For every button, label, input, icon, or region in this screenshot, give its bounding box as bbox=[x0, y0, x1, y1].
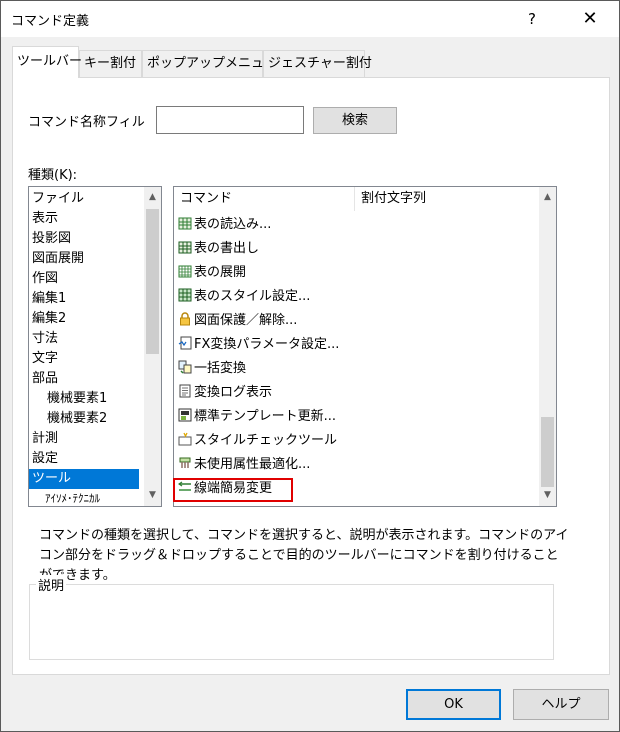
list-item[interactable]: 編集2 bbox=[29, 309, 139, 329]
explanation-label: 説明 bbox=[36, 575, 67, 594]
command-row[interactable]: 表の読込み... bbox=[178, 214, 271, 236]
command-row[interactable]: 表のスタイル設定... bbox=[178, 286, 310, 308]
command-row[interactable]: 一括変換 bbox=[178, 358, 246, 380]
command-label: スタイルチェックツール bbox=[194, 433, 338, 448]
title-bar: コマンド定義 ? ✕ bbox=[1, 1, 619, 37]
ok-button[interactable]: OK bbox=[406, 689, 501, 720]
scroll-thumb[interactable] bbox=[146, 209, 159, 354]
template-update-icon bbox=[178, 408, 192, 422]
command-list[interactable]: コマンド 割付文字列 表の読込み... 表の書出し 表の展開 表のスタイル設定.… bbox=[173, 186, 557, 507]
scroll-thumb[interactable] bbox=[541, 417, 554, 487]
table-style-icon bbox=[178, 288, 192, 302]
command-scrollbar[interactable]: ▲ ▼ bbox=[539, 187, 556, 506]
column-header-command[interactable]: コマンド bbox=[174, 187, 355, 211]
list-item[interactable]: 文字 bbox=[29, 349, 139, 369]
command-row[interactable]: スタイルチェックツール bbox=[178, 430, 337, 452]
highlight-box bbox=[173, 478, 293, 502]
fx-settings-icon bbox=[178, 336, 192, 350]
command-label: 変換ログ表示 bbox=[194, 385, 273, 400]
tab-toolbar[interactable]: ツールバー bbox=[12, 46, 82, 78]
search-button[interactable]: 検索 bbox=[313, 107, 397, 134]
list-item[interactable]: ファイル bbox=[29, 189, 139, 209]
list-item[interactable]: 部品 bbox=[29, 369, 139, 389]
list-item[interactable]: 編集1 bbox=[29, 289, 139, 309]
command-label: 表のスタイル設定... bbox=[194, 289, 311, 304]
command-label: 一括変換 bbox=[194, 361, 247, 376]
command-label: 表の書出し bbox=[194, 241, 260, 256]
scroll-up-arrow-icon[interactable]: ▲ bbox=[144, 189, 161, 206]
help-button-bottom[interactable]: ヘルプ bbox=[513, 689, 609, 720]
category-label: 種類(K): bbox=[28, 168, 78, 183]
command-row[interactable]: FX変換パラメータ設定... bbox=[178, 334, 339, 356]
command-label: 表の展開 bbox=[194, 265, 247, 280]
help-button[interactable]: ? bbox=[517, 5, 547, 33]
command-row[interactable]: 図面保護／解除... bbox=[178, 310, 297, 332]
list-item[interactable]: 機械要素2 bbox=[29, 409, 139, 429]
command-row[interactable]: 表の書出し bbox=[178, 238, 259, 260]
category-scrollbar[interactable]: ▲ ▼ bbox=[144, 187, 161, 506]
command-row[interactable]: 標準テンプレート更新... bbox=[178, 406, 336, 428]
tab-popup-menu[interactable]: ポップアップメニュー bbox=[142, 50, 277, 77]
scroll-down-arrow-icon[interactable]: ▼ bbox=[539, 487, 556, 504]
command-label: 図面保護／解除... bbox=[194, 313, 298, 328]
list-item[interactable]: 作図 bbox=[29, 269, 139, 289]
list-item[interactable]: ｱｲｿﾒ･ﾃｸﾆｶﾙ bbox=[29, 489, 139, 506]
style-check-icon bbox=[178, 432, 192, 446]
scroll-down-arrow-icon[interactable]: ▼ bbox=[144, 487, 161, 504]
category-list[interactable]: ファイル 表示 投影図 図面展開 作図 編集1 編集2 寸法 文字 部品 機械要… bbox=[28, 186, 162, 507]
tab-gesture-assign[interactable]: ジェスチャー割付 bbox=[263, 50, 372, 77]
command-filter-label: コマンド名称フィル bbox=[28, 115, 145, 130]
column-header-assigned-string[interactable]: 割付文字列 bbox=[355, 187, 539, 211]
list-item-selected[interactable]: ツール bbox=[29, 469, 139, 489]
command-filter-input[interactable] bbox=[156, 106, 304, 134]
optimize-icon bbox=[179, 457, 191, 468]
list-item[interactable]: 機械要素1 bbox=[29, 389, 139, 409]
instruction-text: コマンドの種類を選択して、コマンドを選択すると、説明が表示されます。コマンドのア… bbox=[39, 528, 569, 583]
list-item[interactable]: 寸法 bbox=[29, 329, 139, 349]
close-button[interactable]: ✕ bbox=[575, 5, 605, 33]
command-definition-dialog: コマンド定義 ? ✕ ツールバー キー割付 ポップアップメニュー ジェスチャー割… bbox=[0, 0, 620, 732]
log-icon bbox=[179, 384, 191, 398]
list-item[interactable]: 図面展開 bbox=[29, 249, 139, 269]
table-expand-icon bbox=[178, 265, 192, 278]
tab-key-assign[interactable]: キー割付 bbox=[79, 50, 142, 77]
batch-convert-icon bbox=[178, 360, 192, 374]
list-item[interactable]: 投影図 bbox=[29, 229, 139, 249]
list-item[interactable]: 計測 bbox=[29, 429, 139, 449]
list-item[interactable]: 設定 bbox=[29, 449, 139, 469]
command-row[interactable]: 変換ログ表示 bbox=[178, 382, 272, 404]
command-label: 表の読込み... bbox=[194, 217, 272, 232]
lock-icon bbox=[180, 312, 190, 326]
scroll-up-arrow-icon[interactable]: ▲ bbox=[539, 189, 556, 206]
window-title: コマンド定義 bbox=[11, 14, 90, 29]
command-row[interactable]: 未使用属性最適化... bbox=[178, 454, 310, 476]
command-label: 標準テンプレート更新... bbox=[194, 409, 337, 424]
command-label: FX変換パラメータ設定... bbox=[194, 337, 340, 352]
command-label: 未使用属性最適化... bbox=[194, 457, 311, 472]
command-row[interactable]: 表の展開 bbox=[178, 262, 246, 284]
table-export-icon bbox=[178, 241, 192, 254]
table-import-icon bbox=[178, 217, 192, 230]
list-item[interactable]: 表示 bbox=[29, 209, 139, 229]
explanation-groupbox bbox=[29, 584, 554, 660]
